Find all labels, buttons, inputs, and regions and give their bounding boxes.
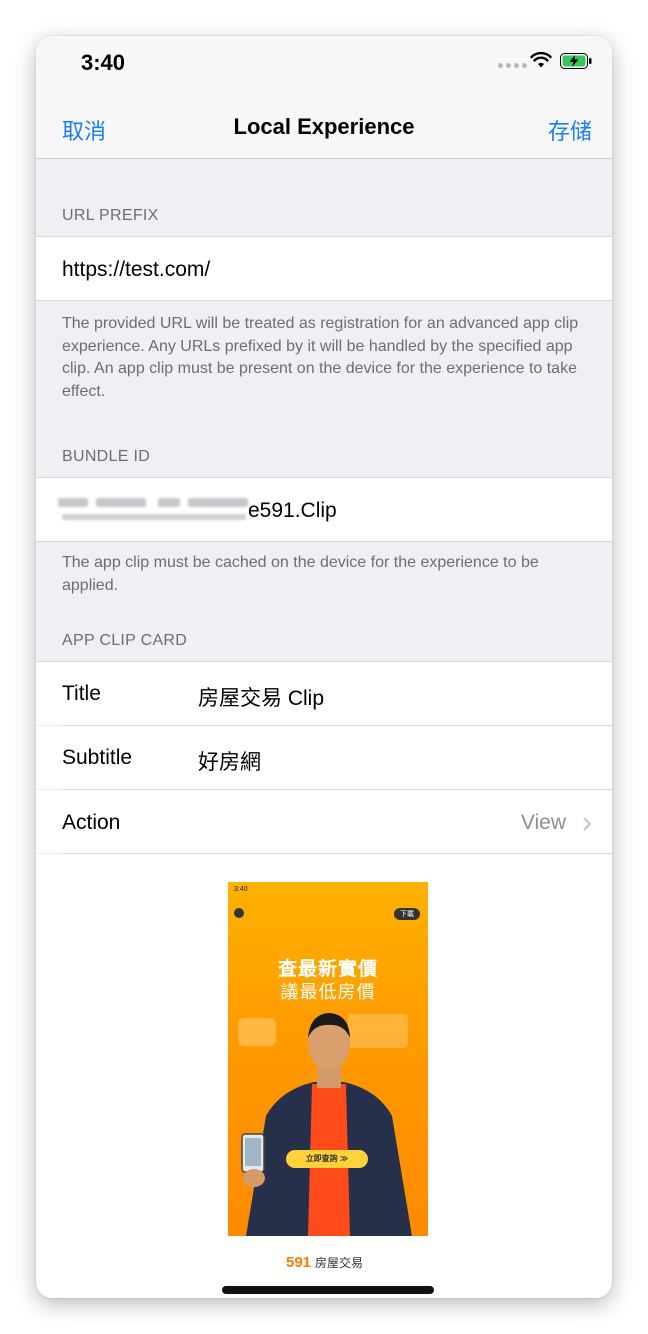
chevron-right-icon [583, 817, 591, 831]
action-label: Action [62, 811, 121, 834]
home-indicator[interactable] [222, 1286, 434, 1294]
redacted-text [62, 514, 246, 520]
status-bar: 3:40 [36, 36, 612, 96]
subtitle-label: Subtitle [62, 746, 133, 769]
phone-screen: 3:40 取消 Local Experience 存储 URL PREFIX h… [36, 36, 612, 1298]
wifi-icon [530, 51, 552, 68]
title-field[interactable]: 房屋交易 Clip [198, 682, 324, 712]
bundle-id-footer: The app clip must be cached on the devic… [62, 554, 539, 594]
cellular-signal-icon [498, 63, 527, 68]
subtitle-row[interactable]: Subtitle 好房網 [36, 726, 612, 789]
divider [36, 541, 612, 542]
redacted-text [96, 498, 146, 507]
action-value: View [520, 811, 566, 834]
logo-text: 房屋交易 [315, 1256, 364, 1270]
title-row[interactable]: Title 房屋交易 Clip [36, 662, 612, 725]
url-prefix-field[interactable]: https://test.com/ [62, 258, 210, 282]
cta-button: 立即查詢 ≫ [286, 1150, 368, 1168]
card-headline: 查最新實價 [277, 959, 378, 980]
url-prefix-footer: The provided URL will be treated as regi… [62, 315, 579, 400]
bundle-id-field[interactable]: e591.Clip [248, 499, 337, 523]
download-button: 下載 [394, 908, 420, 920]
navigation-bar: 取消 Local Experience 存储 [36, 96, 612, 159]
section-header-bundle-id: BUNDLE ID [62, 448, 151, 465]
save-button[interactable]: 存储 [548, 114, 592, 146]
card-status-time: 3:40 [234, 886, 248, 893]
battery-charging-icon [560, 53, 592, 69]
redacted-text [158, 498, 180, 507]
section-header-url-prefix: URL PREFIX [62, 207, 159, 224]
redacted-text [58, 498, 88, 507]
card-image[interactable]: 3:40 下載 查最新實價 議最低房價 立即查詢 ≫ [228, 882, 428, 1236]
page-title: Local Experience [233, 114, 415, 139]
title-label: Title [62, 682, 101, 705]
bundle-id-cell[interactable]: e591.Clip [36, 478, 612, 541]
subtitle-field[interactable]: 好房網 [198, 746, 261, 776]
section-header-app-clip-card: APP CLIP CARD [62, 632, 188, 649]
spokesperson-image [241, 1013, 412, 1236]
divider [36, 300, 612, 301]
redacted-text [188, 498, 248, 507]
brand-logo: 591 房屋交易 [286, 1254, 363, 1271]
url-prefix-cell[interactable]: https://test.com/ [36, 237, 612, 300]
logo-number: 591 [286, 1254, 312, 1271]
action-row[interactable]: Action View [36, 790, 612, 853]
close-icon [234, 908, 244, 918]
status-time: 3:40 [81, 50, 126, 75]
